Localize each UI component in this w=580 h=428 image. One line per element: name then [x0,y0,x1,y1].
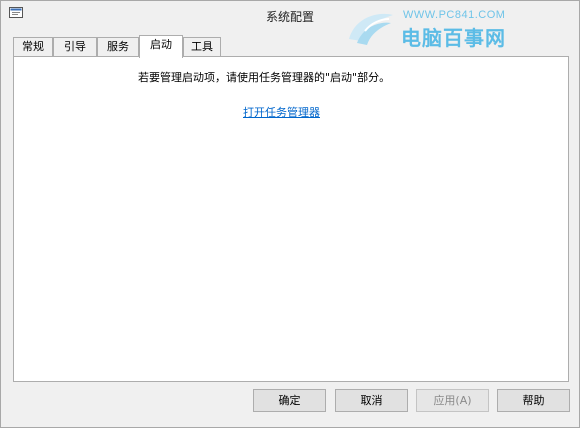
watermark-leaf-icon [349,13,393,45]
startup-info-text: 若要管理启动项，请使用任务管理器的"启动"部分。 [138,71,391,84]
watermark-name: 电脑百事网 [401,26,506,50]
tab-tools[interactable]: 工具 [183,37,221,57]
watermark-logo: WWW.PC841.COM 电脑百事网 [341,3,551,50]
watermark-url: WWW.PC841.COM [403,9,506,21]
tab-boot[interactable]: 引导 [53,37,97,57]
apply-button[interactable]: 应用(A) [416,389,489,412]
help-button[interactable]: 帮助 [497,389,570,412]
startup-tab-panel: 若要管理启动项，请使用任务管理器的"启动"部分。 打开任务管理器 [13,56,569,382]
tab-general[interactable]: 常规 [13,37,53,57]
tab-startup[interactable]: 启动 [139,35,183,58]
ok-button[interactable]: 确定 [253,389,326,412]
cancel-button[interactable]: 取消 [335,389,408,412]
open-task-manager-link[interactable]: 打开任务管理器 [243,104,320,120]
system-config-window: 系统配置 WWW.PC841.COM 电脑百事网 常规 引导 服务 启动 工具 … [0,0,580,428]
title-bar[interactable]: 系统配置 WWW.PC841.COM 电脑百事网 [1,1,579,50]
tab-services[interactable]: 服务 [97,37,139,57]
